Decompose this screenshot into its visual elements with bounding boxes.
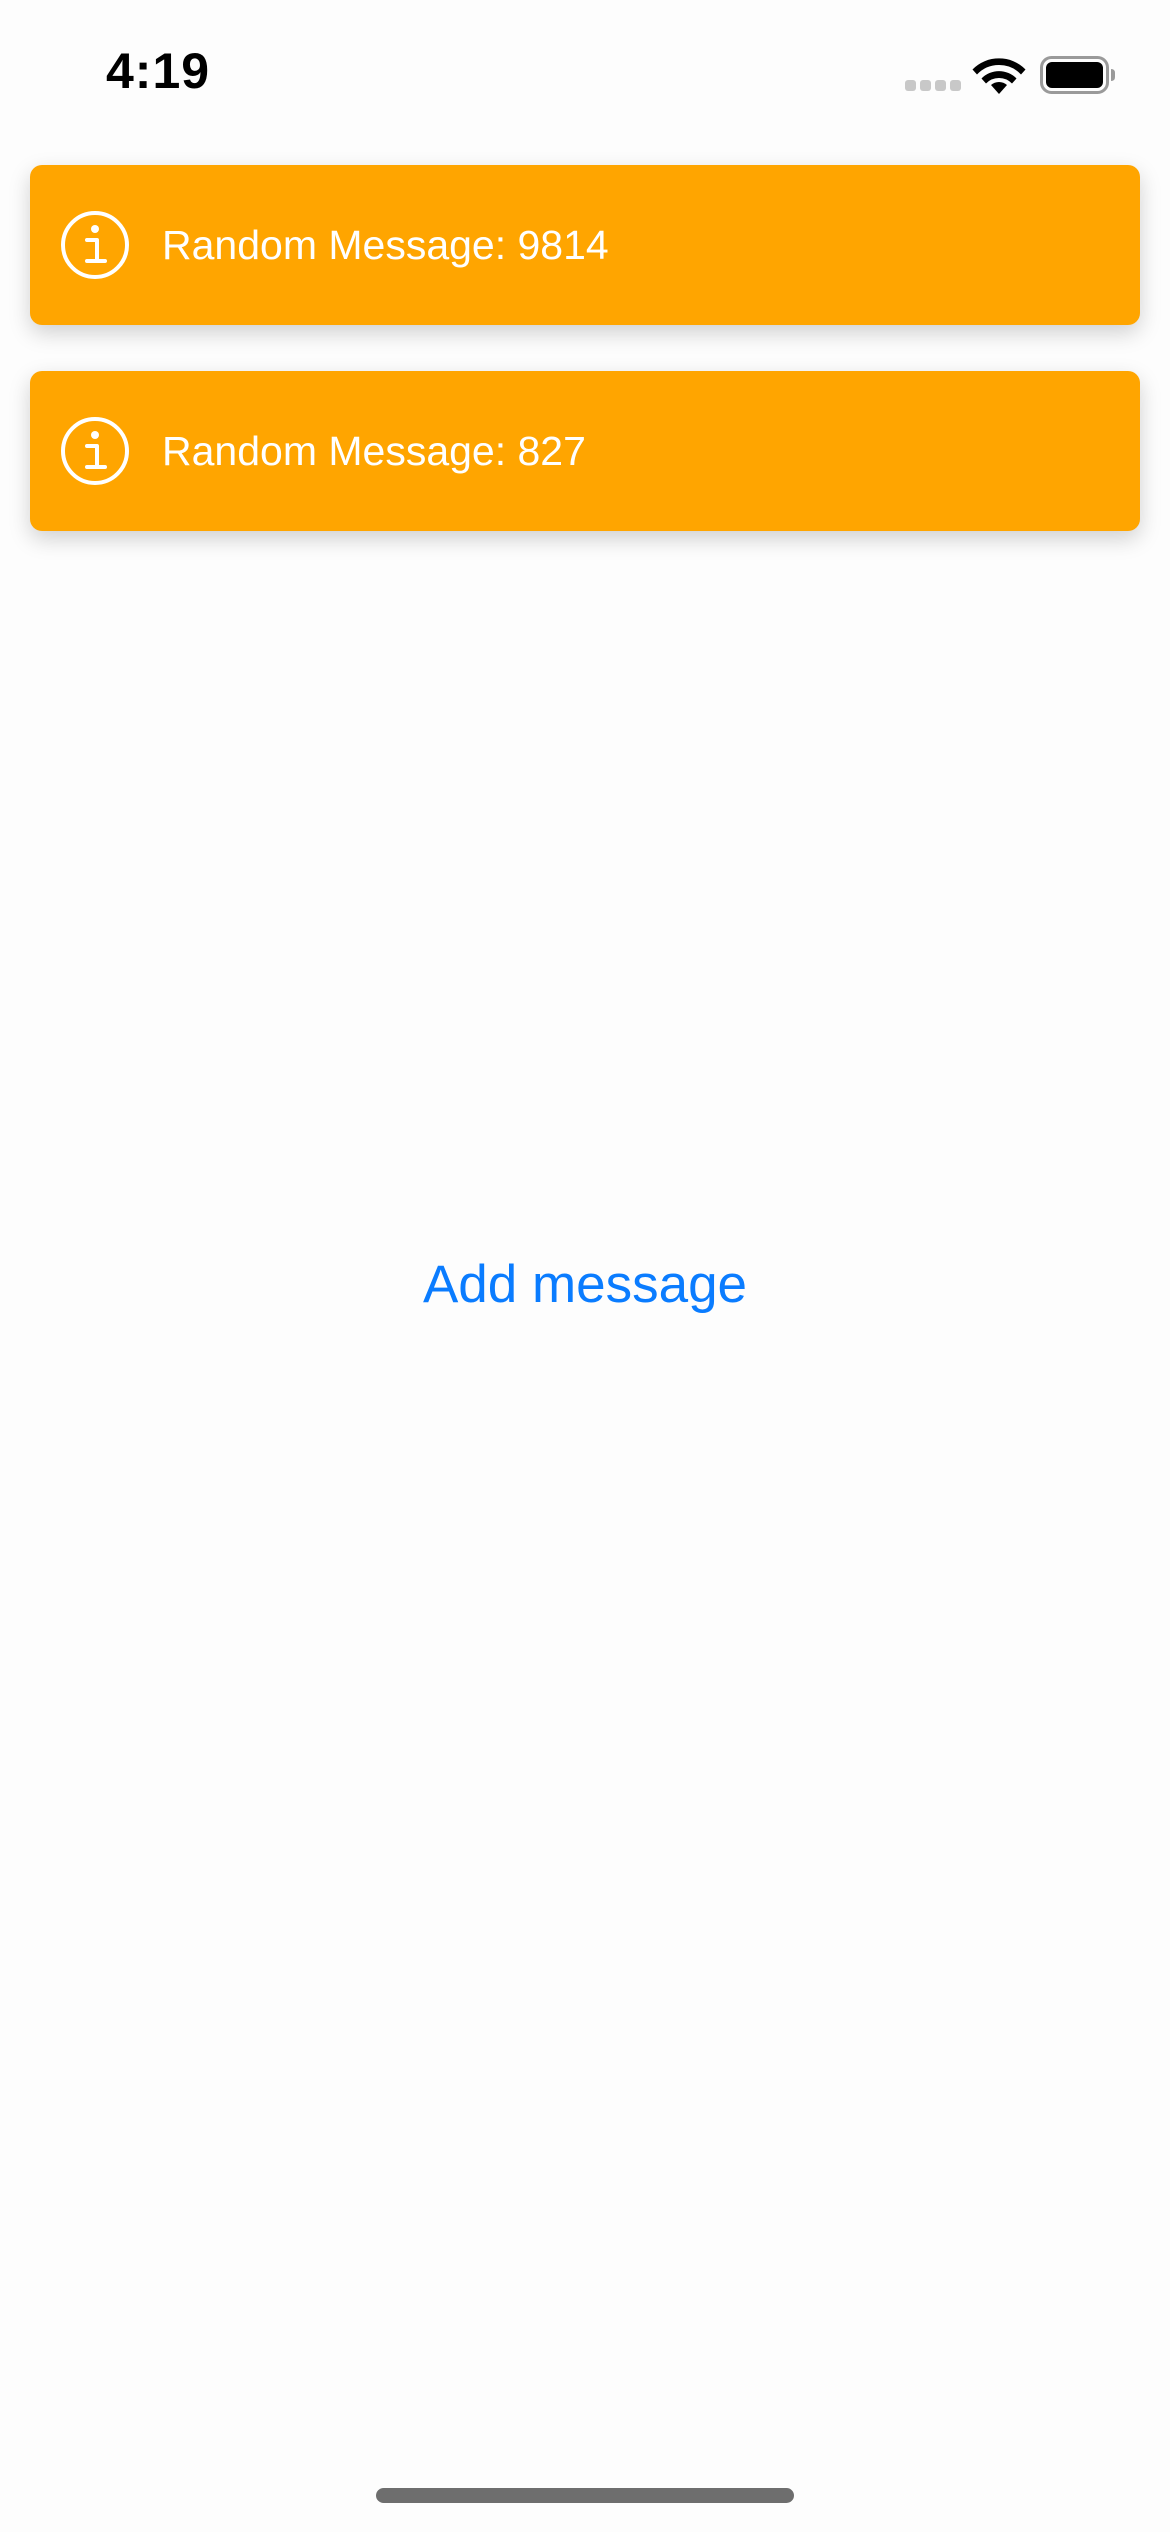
- add-message-button[interactable]: Add message: [335, 1245, 835, 1325]
- cellular-signal-icon: [905, 80, 961, 92]
- home-indicator[interactable]: [376, 2488, 794, 2503]
- info-icon: [61, 211, 129, 279]
- toast-message-text: Random Message: 9814: [162, 222, 609, 268]
- status-time: 4:19: [106, 43, 211, 99]
- info-icon: [61, 417, 129, 485]
- wifi-icon: [972, 58, 1026, 94]
- toast-message[interactable]: Random Message: 9814: [30, 165, 1140, 325]
- status-bar: 4:19: [0, 0, 1170, 150]
- battery-icon: [1040, 56, 1115, 94]
- toast-message[interactable]: Random Message: 827: [30, 371, 1140, 531]
- toast-message-text: Random Message: 827: [162, 428, 586, 474]
